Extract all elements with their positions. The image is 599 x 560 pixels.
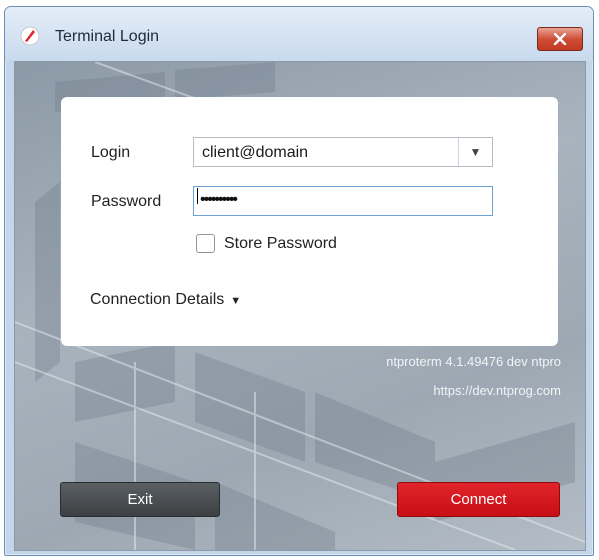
close-icon: [553, 33, 567, 45]
login-label: Login: [91, 144, 131, 161]
login-panel: Login client@domain ▼ Password •••••••••…: [61, 97, 558, 346]
triangle-down-icon: ▼: [230, 295, 242, 307]
chevron-down-icon[interactable]: ▼: [458, 138, 492, 166]
app-logo-icon: [20, 26, 40, 46]
close-button[interactable]: [537, 27, 583, 51]
exit-button-label: Exit: [127, 491, 153, 508]
exit-button[interactable]: Exit: [60, 482, 220, 517]
login-combobox[interactable]: client@domain ▼: [193, 137, 493, 167]
password-field[interactable]: ••••••••••: [193, 186, 493, 216]
window-title: Terminal Login: [55, 28, 160, 45]
password-value: ••••••••••: [200, 191, 238, 208]
title-bar: Terminal Login: [5, 7, 593, 61]
server-url: https://dev.ntprog.com: [433, 383, 561, 398]
login-content: Login client@domain ▼ Password •••••••••…: [14, 61, 586, 551]
connection-details-label: Connection Details: [90, 291, 225, 308]
connection-details-toggle[interactable]: Connection Details ▼: [90, 291, 241, 309]
password-label: Password: [91, 193, 162, 210]
login-window: Terminal Login Login client@domain ▼ Pas…: [4, 6, 594, 556]
login-value: client@domain: [202, 144, 309, 161]
connect-button-label: Connect: [450, 491, 507, 508]
connect-button[interactable]: Connect: [397, 482, 560, 517]
store-password-label[interactable]: Store Password: [224, 235, 337, 253]
version-text: ntproterm 4.1.49476 dev ntpro: [386, 354, 561, 369]
store-password-checkbox[interactable]: [196, 234, 215, 253]
text-caret: [197, 187, 198, 204]
